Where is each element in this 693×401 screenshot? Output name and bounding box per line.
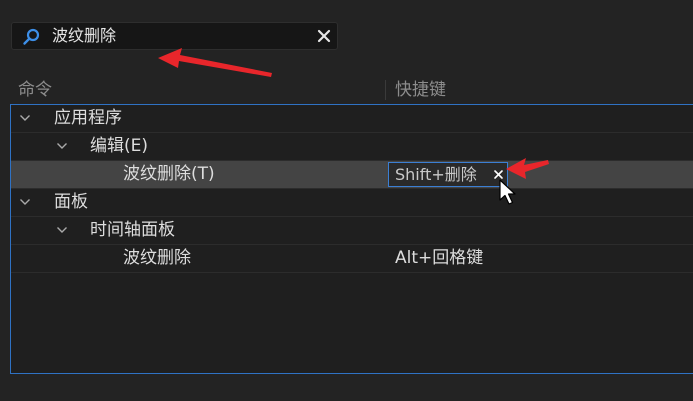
tree-row-application[interactable]: 应用程序 — [11, 105, 693, 133]
command-tree[interactable]: 应用程序 编辑(E) 波纹删除(T) Shift+删除 面板 时间轴面板 波纹删… — [10, 104, 693, 374]
tree-row-label: 应用程序 — [54, 108, 122, 128]
tree-row-label: 时间轴面板 — [90, 220, 175, 240]
tree-row-label: 面板 — [54, 192, 88, 212]
tree-row-edit[interactable]: 编辑(E) — [11, 133, 693, 161]
tree-row-timeline-panel[interactable]: 时间轴面板 — [11, 217, 693, 245]
shortcut-edit-value: Shift+删除 — [395, 165, 477, 184]
chevron-down-icon[interactable] — [56, 224, 68, 236]
column-header-shortcut[interactable]: 快捷键 — [395, 79, 446, 101]
column-divider[interactable] — [385, 80, 386, 100]
tree-row-label: 波纹删除 — [123, 248, 191, 268]
shortcut-value: Alt+回格键 — [395, 248, 484, 268]
tree-row-label: 波纹删除(T) — [123, 164, 215, 184]
chevron-down-icon[interactable] — [56, 140, 68, 152]
close-icon[interactable] — [493, 169, 504, 180]
tree-row-ripple-delete[interactable]: 波纹删除 Alt+回格键 — [11, 245, 693, 273]
search-input[interactable] — [52, 25, 312, 47]
shortcut-edit-field[interactable]: Shift+删除 — [388, 162, 508, 187]
search-box[interactable] — [11, 22, 338, 50]
chevron-down-icon[interactable] — [19, 112, 31, 124]
keyboard-shortcuts-panel: 命令 快捷键 应用程序 编辑(E) 波纹删除(T) Shift+删除 — [0, 0, 693, 401]
tree-row-ripple-delete-selected[interactable]: 波纹删除(T) Shift+删除 — [11, 161, 693, 189]
close-icon[interactable] — [314, 26, 334, 46]
chevron-down-icon[interactable] — [19, 196, 31, 208]
tree-row-panels[interactable]: 面板 — [11, 189, 693, 217]
column-header-command[interactable]: 命令 — [18, 79, 52, 101]
search-icon — [23, 28, 40, 45]
tree-row-label: 编辑(E) — [90, 136, 149, 156]
